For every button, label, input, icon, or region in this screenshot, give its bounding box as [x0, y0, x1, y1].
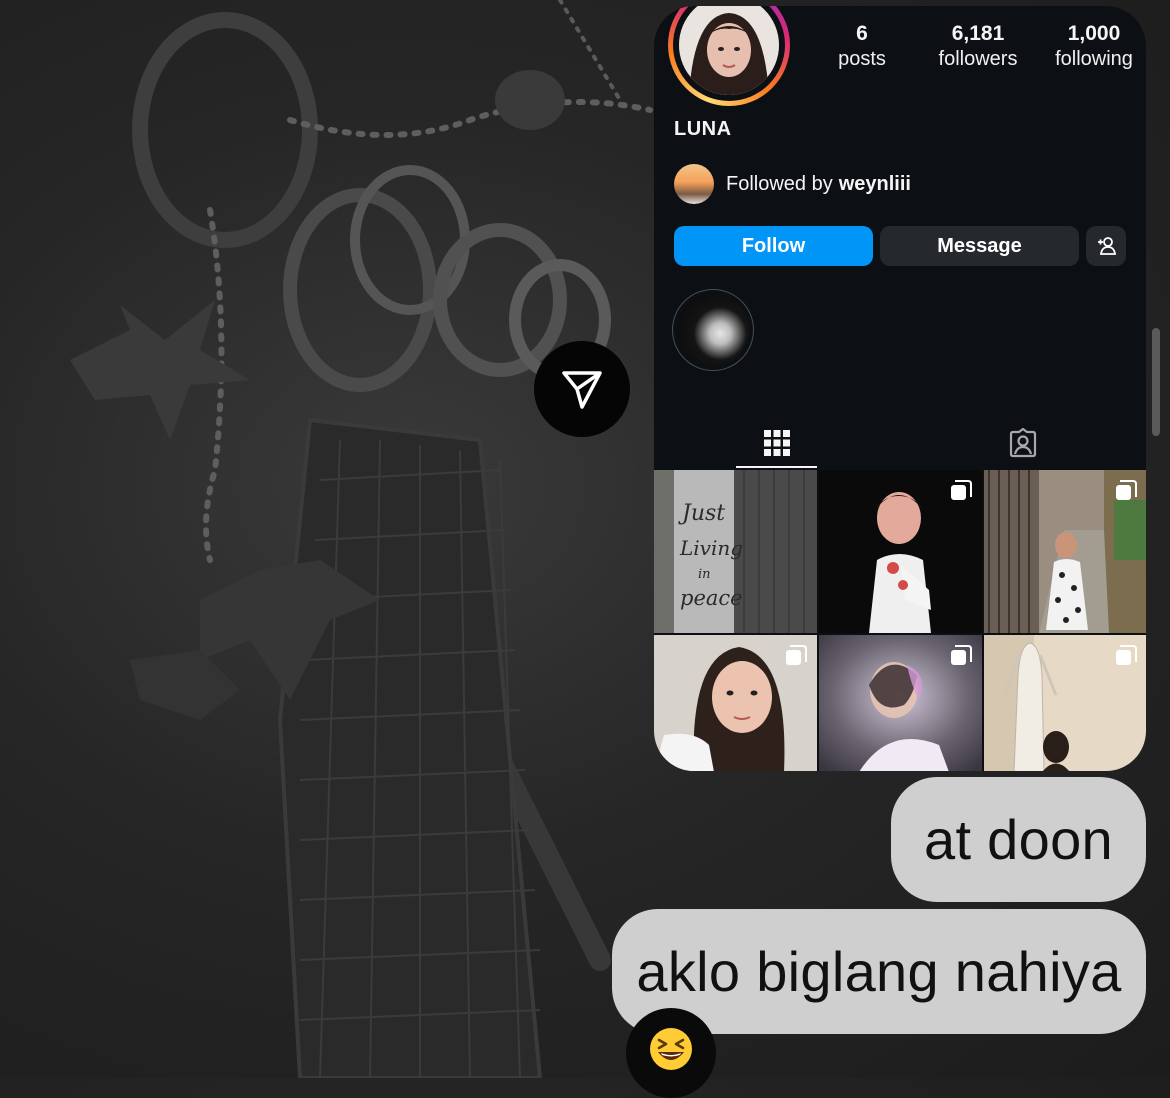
tab-tagged[interactable] [900, 418, 1146, 468]
carousel-icon [1115, 480, 1137, 507]
avatar-portrait [679, 6, 779, 95]
svg-text:in: in [698, 567, 711, 582]
story-ring[interactable] [668, 6, 790, 106]
story-highlight[interactable] [672, 289, 754, 371]
followed-by-prefix: Followed by [726, 172, 833, 195]
grid-icon [764, 430, 790, 456]
followed-by-user: weynliii [838, 172, 911, 195]
followers-stat[interactable]: 6,181 followers [920, 22, 1036, 72]
profile-avatar[interactable] [679, 6, 779, 95]
svg-text:Just: Just [678, 501, 725, 526]
profile-stats: 6 posts 6,181 followers 1,000 following [804, 22, 1146, 72]
following-count: 1,000 [1067, 22, 1121, 45]
share-button[interactable] [534, 341, 630, 437]
profile-actions: Follow Message [674, 226, 1126, 266]
scrollbar-thumb[interactable] [1152, 328, 1160, 436]
carousel-icon [950, 645, 972, 672]
followed-by-row[interactable]: Followed by weynliii [674, 164, 911, 204]
svg-text:peace: peace [680, 586, 743, 610]
send-icon [562, 371, 602, 409]
carousel-icon [1115, 645, 1137, 672]
profile-tabs [654, 418, 1146, 468]
message-reaction[interactable] [626, 1008, 716, 1098]
message-button[interactable]: Message [880, 226, 1079, 266]
tab-posts-grid[interactable] [654, 418, 900, 468]
active-tab-indicator [736, 466, 817, 468]
add-person-icon [1098, 237, 1117, 255]
following-stat[interactable]: 1,000 following [1036, 22, 1146, 72]
post-image-graffiti-wall: Just Living in peace [654, 470, 817, 633]
grinning-squinting-face-icon [650, 1028, 692, 1070]
mutual-follower-avatar [674, 164, 714, 204]
tagged-person-icon [1009, 428, 1037, 458]
follow-button[interactable]: Follow [674, 226, 873, 266]
following-label: following [1055, 48, 1133, 70]
posts-count: 6 [856, 22, 868, 45]
suggested-users-button[interactable] [1086, 226, 1126, 266]
post-tile[interactable] [984, 470, 1146, 633]
post-tile[interactable] [654, 635, 817, 771]
post-tile[interactable]: Just Living in peace [654, 470, 817, 633]
highlight-cover [677, 294, 749, 366]
carousel-icon [950, 480, 972, 507]
posts-label: posts [838, 48, 886, 70]
carousel-icon [785, 645, 807, 672]
post-tile[interactable] [984, 635, 1146, 771]
post-tile[interactable] [819, 635, 982, 771]
followers-label: followers [938, 48, 1018, 70]
post-tile[interactable] [819, 470, 982, 633]
svg-text:Living: Living [679, 536, 743, 560]
posts-stat[interactable]: 6 posts [804, 22, 920, 72]
message-bubble[interactable]: at doon [891, 777, 1146, 902]
followers-count: 6,181 [951, 22, 1005, 45]
profile-username: LUNA [674, 118, 732, 140]
shared-profile-card[interactable]: 6 posts 6,181 followers 1,000 following … [654, 6, 1146, 771]
